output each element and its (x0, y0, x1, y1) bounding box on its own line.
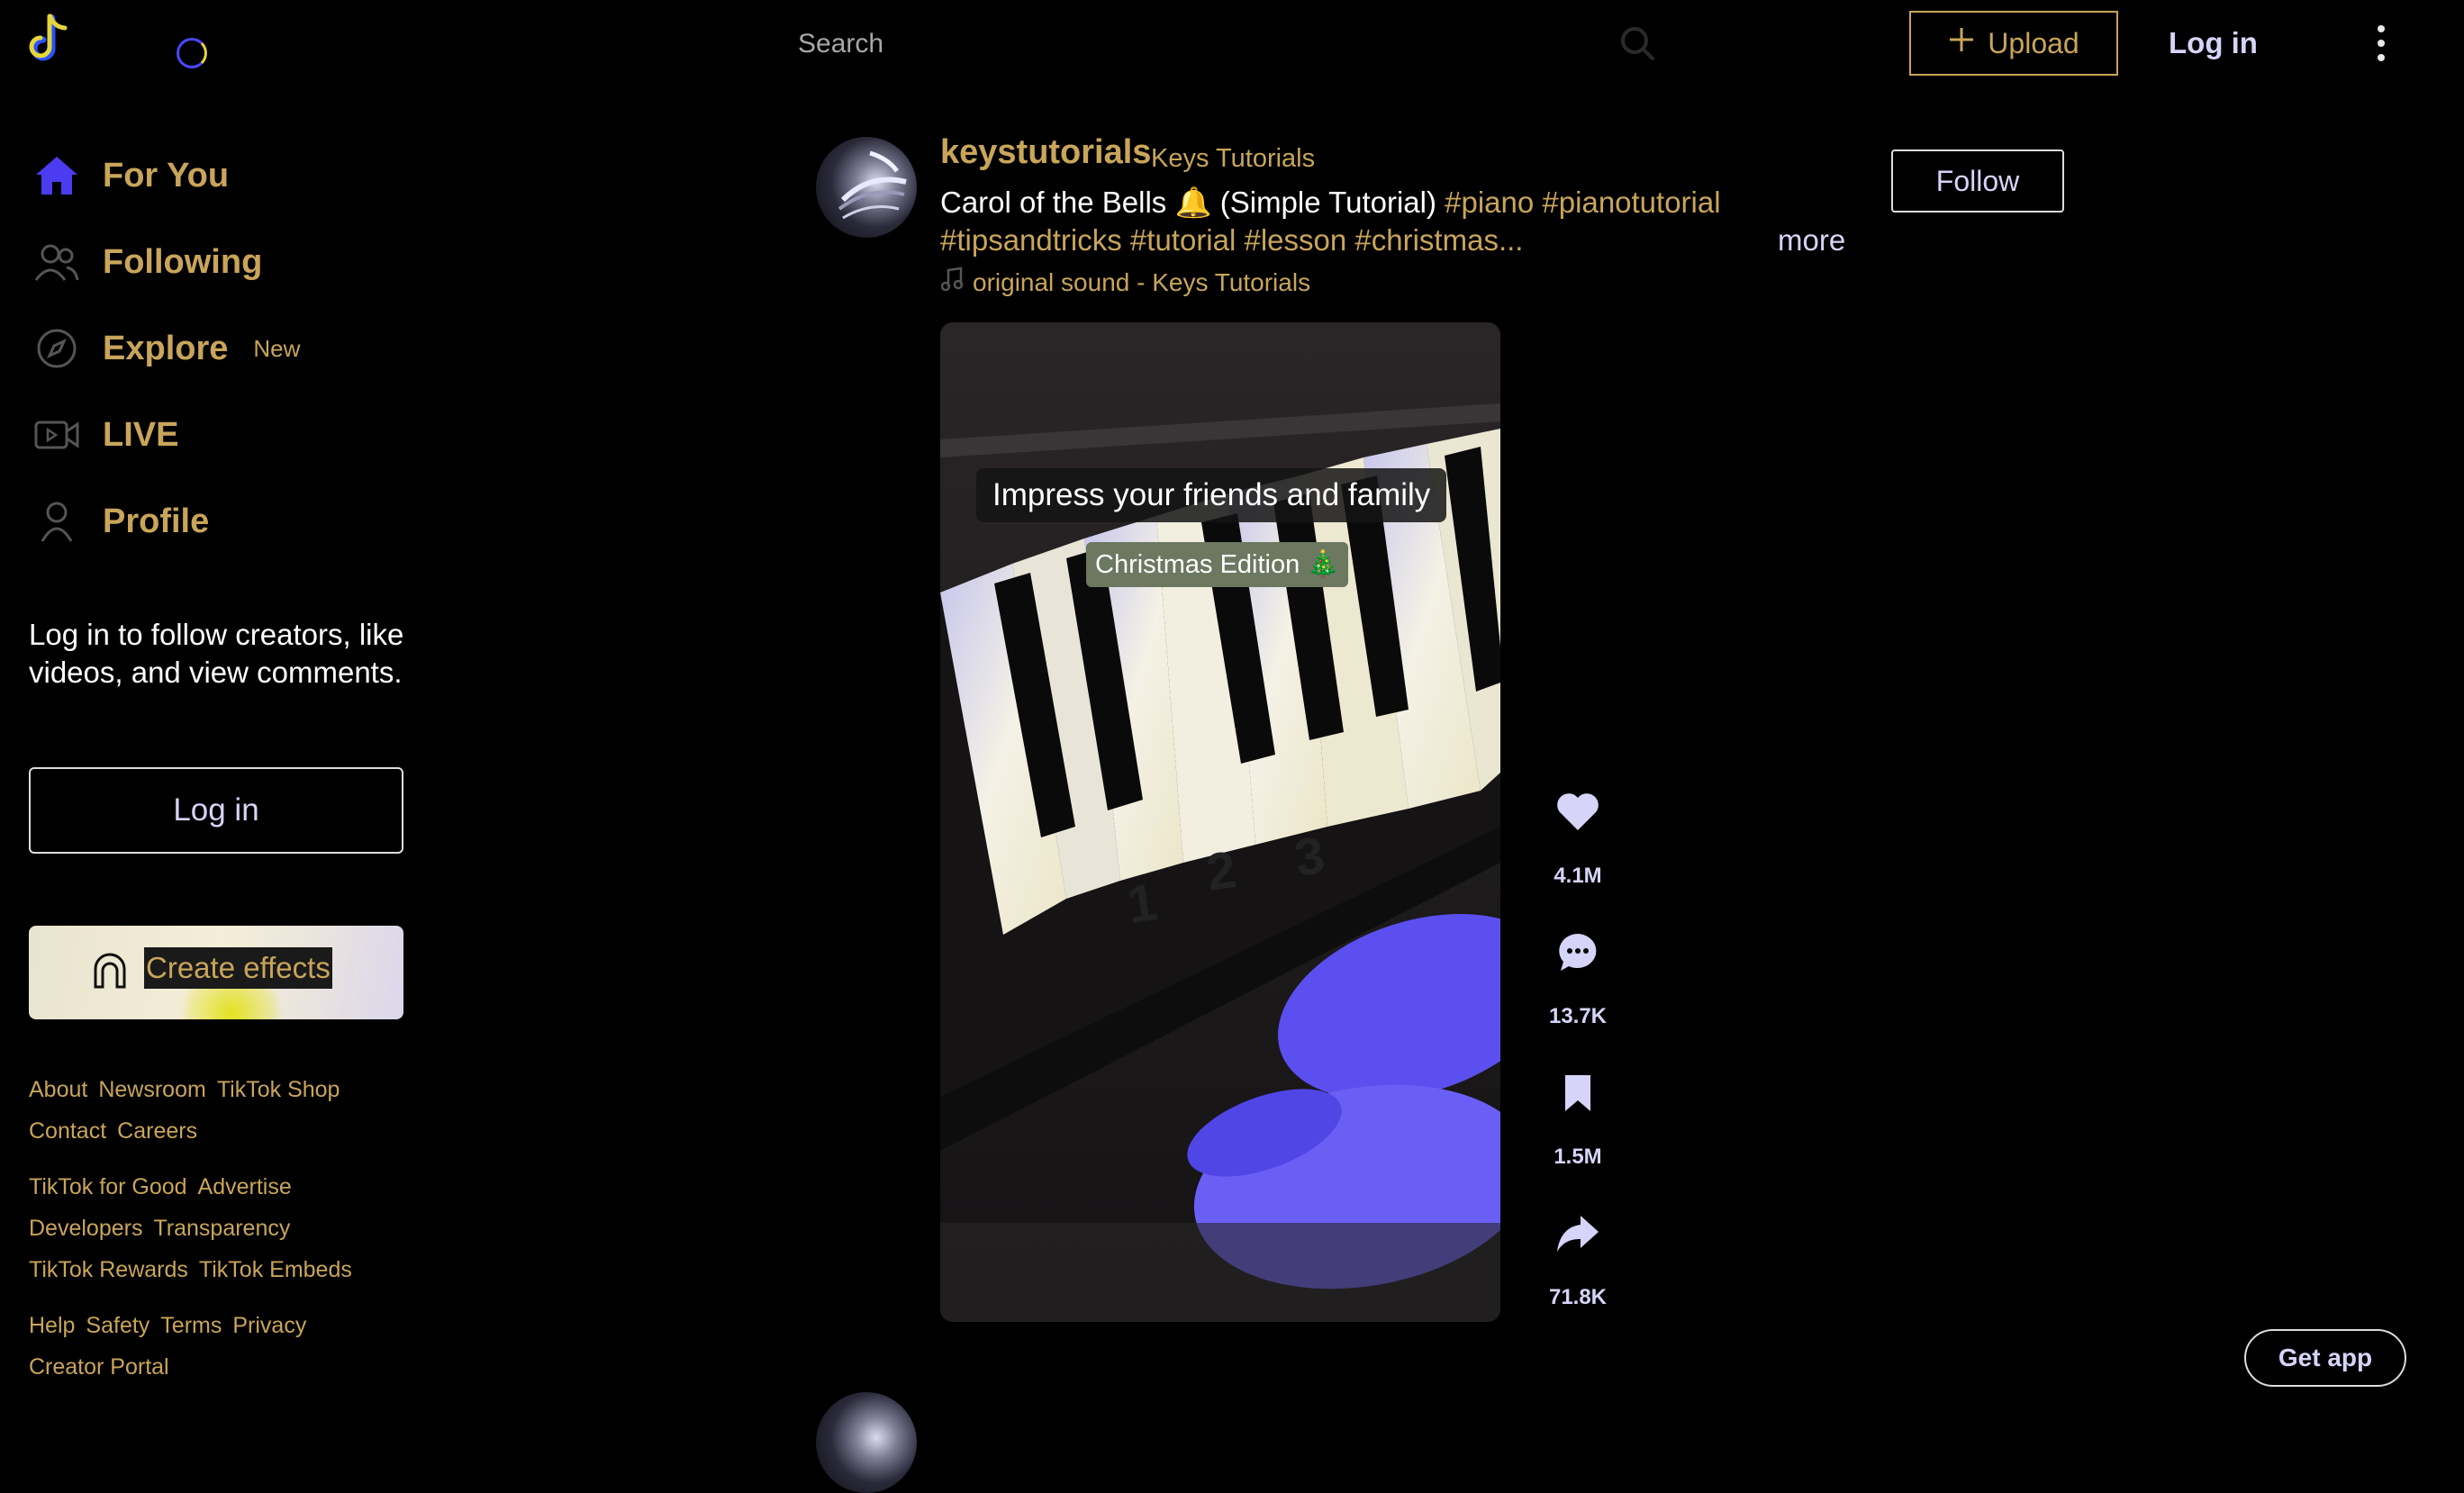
sidebar-item-label: Explore (103, 329, 229, 367)
header-login-button[interactable]: Log in (2169, 16, 2258, 70)
footer-links-row: About Newsroom TikTok Shop (29, 1077, 340, 1103)
share-icon[interactable] (1555, 1214, 1600, 1258)
footer-links-row: Contact Careers (29, 1118, 197, 1145)
footer-link-contact[interactable]: Contact (29, 1118, 106, 1145)
like-count: 4.1M (1554, 864, 1602, 888)
footer-links-row: Creator Portal (29, 1354, 169, 1380)
login-prompt-text: Log in to follow creators, like videos, … (29, 618, 404, 689)
bookmark-icon[interactable] (1560, 1073, 1596, 1117)
footer-link-about[interactable]: About (29, 1077, 87, 1103)
save-count: 1.5M (1554, 1145, 1602, 1169)
footer-link-privacy[interactable]: Privacy (232, 1313, 306, 1339)
footer-links-row: TikTok for Good Advertise (29, 1174, 292, 1200)
caption-more-button[interactable]: more (1778, 223, 1845, 258)
hashtag-link[interactable]: #pianotutorial (1542, 185, 1720, 219)
create-effects-label: Create effects (144, 947, 332, 989)
caption-line: Carol of the Bells 🔔 (Simple Tutorial) #… (940, 185, 1721, 221)
effects-icon (92, 953, 128, 993)
sound-name: original sound - Keys Tutorials (973, 267, 1311, 296)
creator-username[interactable]: keystutorials (940, 133, 1151, 172)
next-post-avatar[interactable] (816, 1392, 917, 1493)
sidebar-item-profile[interactable]: Profile (32, 490, 209, 553)
video-overlay-subtitle: Christmas Edition 🎄 (1086, 542, 1349, 587)
footer-link-help[interactable]: Help (29, 1313, 75, 1339)
sound-link[interactable]: original sound - Keys Tutorials (940, 267, 1310, 298)
creator-avatar[interactable] (816, 137, 917, 238)
heart-icon[interactable] (1555, 791, 1600, 837)
search-icon[interactable] (1619, 25, 1655, 66)
follow-button[interactable]: Follow (1891, 149, 2064, 213)
compass-icon (32, 324, 81, 373)
video-player[interactable]: 1 2 3 Impress your friends and family Ch… (940, 322, 1500, 1322)
create-effects-button[interactable]: Create effects (29, 926, 403, 1019)
share-count: 71.8K (1548, 1285, 1608, 1309)
video-overlay-title: Impress your friends and family (976, 468, 1447, 522)
sidebar-item-label: Profile (103, 502, 210, 540)
footer-link-safety[interactable]: Safety (86, 1313, 149, 1339)
sidebar-item-explore[interactable]: Explore New (32, 317, 300, 380)
plus-icon (1948, 26, 1975, 60)
caption-text: Carol of the Bells (940, 185, 1167, 219)
footer-link-terms[interactable]: Terms (160, 1313, 222, 1339)
sidebar-item-label: LIVE (103, 415, 179, 454)
footer-link-tiktok-rewards[interactable]: TikTok Rewards (29, 1257, 188, 1283)
footer-links-row: Help Safety Terms Privacy (29, 1313, 306, 1339)
upload-label: Upload (1988, 26, 2079, 59)
following-icon (32, 238, 81, 286)
footer-links-row: Developers Transparency (29, 1216, 290, 1242)
footer-link-advertise[interactable]: Advertise (198, 1174, 292, 1200)
footer-link-tiktok-shop[interactable]: TikTok Shop (217, 1077, 340, 1103)
sidebar-item-for-you[interactable]: For You (32, 144, 229, 207)
comment-icon[interactable] (1556, 931, 1599, 977)
upload-button[interactable]: Upload (1909, 11, 2118, 76)
search-input[interactable] (796, 0, 1664, 88)
sidebar-item-label: Following (103, 242, 263, 281)
sidebar-item-label: For You (103, 156, 230, 195)
footer-link-developers[interactable]: Developers (29, 1216, 142, 1242)
get-app-button[interactable]: Get app (2244, 1329, 2406, 1387)
comment-action[interactable]: 13.7K (1545, 931, 1610, 1029)
footer-link-tiktok-for-good[interactable]: TikTok for Good (29, 1174, 187, 1200)
comment-count: 13.7K (1548, 1004, 1608, 1028)
hashtags-line[interactable]: #tipsandtricks #tutorial #lesson #christ… (940, 223, 1523, 258)
creator-display-name[interactable]: Keys Tutorials (1151, 144, 1315, 174)
footer-link-creator-portal[interactable]: Creator Portal (29, 1354, 169, 1380)
home-icon (32, 151, 81, 200)
sidebar-item-live[interactable]: LIVE (32, 403, 178, 466)
footer-links-row: TikTok Rewards TikTok Embeds (29, 1257, 352, 1283)
more-options-icon[interactable] (2370, 23, 2392, 68)
caption-rest: (Simple Tutorial) (1219, 185, 1436, 219)
footer-link-newsroom[interactable]: Newsroom (98, 1077, 205, 1103)
new-badge: New (253, 334, 301, 362)
sidebar-login-button[interactable]: Log in (29, 767, 403, 854)
footer-link-transparency[interactable]: Transparency (153, 1216, 290, 1242)
sidebar-item-following[interactable]: Following (32, 231, 262, 294)
hashtag-link[interactable]: #piano (1445, 185, 1534, 219)
tiktok-logo-icon[interactable] (25, 13, 76, 68)
music-note-icon (940, 267, 964, 298)
live-icon (32, 411, 81, 459)
share-action[interactable]: 71.8K (1545, 1214, 1610, 1310)
loading-spinner-icon (177, 38, 207, 68)
save-action[interactable]: 1.5M (1545, 1073, 1610, 1170)
like-action[interactable]: 4.1M (1545, 791, 1610, 889)
footer-link-tiktok-embeds[interactable]: TikTok Embeds (199, 1257, 352, 1283)
footer-link-careers[interactable]: Careers (117, 1118, 197, 1145)
profile-icon (32, 497, 81, 546)
bell-emoji: 🔔 (1174, 185, 1212, 219)
